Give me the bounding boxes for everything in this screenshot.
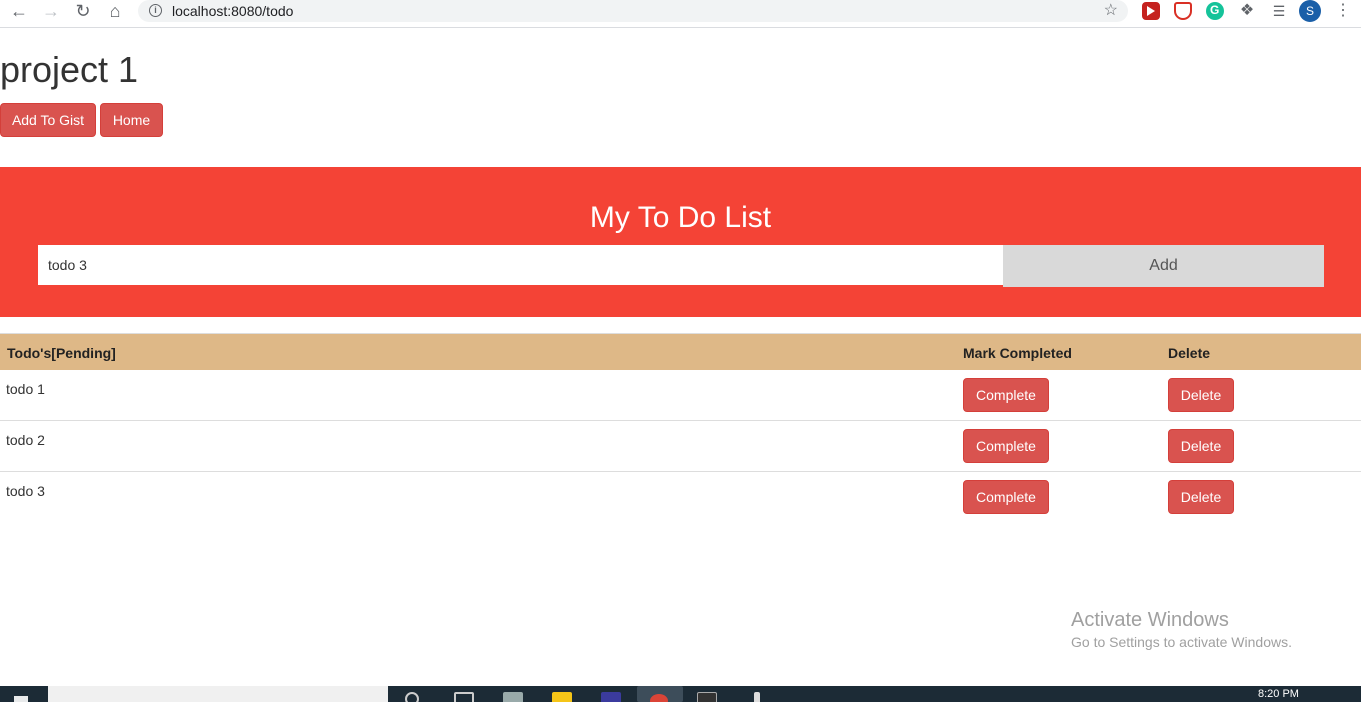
complete-button[interactable]: Complete — [963, 378, 1049, 412]
activate-windows-subtitle: Go to Settings to activate Windows. — [1071, 634, 1292, 650]
todo-input[interactable] — [38, 245, 1003, 285]
todo-banner: My To Do List Add — [0, 167, 1361, 317]
table-row: todo 1 Complete Delete — [0, 370, 1361, 421]
forward-arrow-icon[interactable]: → — [39, 1, 63, 21]
home-icon[interactable]: ⌂ — [103, 1, 127, 21]
file-explorer-icon[interactable] — [552, 692, 572, 702]
activate-windows-title: Activate Windows — [1071, 609, 1229, 631]
ide-icon[interactable] — [601, 692, 621, 702]
delete-button[interactable]: Delete — [1168, 378, 1234, 412]
media-control-icon[interactable]: ☰ — [1270, 2, 1288, 20]
header-todo: Todo's[Pending] — [7, 345, 116, 361]
extension-grammarly-icon[interactable] — [1206, 2, 1224, 20]
address-bar[interactable]: i localhost:8080/todo ☆ — [138, 0, 1128, 22]
windows-taskbar: 8:20 PM — [0, 686, 1361, 702]
add-todo-button[interactable]: Add — [1003, 245, 1324, 287]
todo-table: Todo's[Pending] Mark Completed Delete to… — [0, 333, 1361, 523]
todo-text: todo 1 — [6, 381, 45, 397]
delete-button[interactable]: Delete — [1168, 480, 1234, 514]
home-button[interactable]: Home — [100, 103, 163, 137]
browser-toolbar: ← → ↻ ⌂ i localhost:8080/todo ☆ ❖ ☰ S ⋮ — [0, 0, 1361, 28]
delete-button[interactable]: Delete — [1168, 429, 1234, 463]
todo-list-title: My To Do List — [589, 201, 772, 234]
extension-youtube-icon[interactable] — [1142, 2, 1160, 20]
header-delete: Delete — [1168, 345, 1211, 361]
extension-shield-icon[interactable] — [1174, 2, 1192, 20]
pin-icon[interactable] — [754, 692, 760, 702]
table-header: Todo's[Pending] Mark Completed Delete — [0, 333, 1361, 370]
store-icon[interactable] — [503, 692, 523, 702]
chrome-icon[interactable] — [650, 694, 668, 702]
task-view-icon[interactable] — [454, 692, 474, 702]
header-mark-completed: Mark Completed — [963, 345, 1072, 361]
terminal-icon[interactable] — [697, 692, 717, 702]
bookmark-star-icon[interactable]: ☆ — [1104, 0, 1118, 22]
profile-avatar[interactable]: S — [1299, 0, 1321, 22]
table-row: todo 3 Complete Delete — [0, 472, 1361, 523]
todo-text: todo 3 — [6, 483, 45, 499]
add-to-gist-button[interactable]: Add To Gist — [0, 103, 96, 137]
url-text[interactable]: localhost:8080/todo — [172, 3, 293, 19]
page-title: project 1 — [0, 49, 139, 90]
reload-icon[interactable]: ↻ — [71, 1, 95, 21]
todo-text: todo 2 — [6, 432, 45, 448]
cortana-icon[interactable] — [405, 692, 419, 702]
info-icon[interactable]: i — [149, 4, 162, 17]
more-menu-icon[interactable]: ⋮ — [1335, 0, 1351, 22]
taskbar-clock[interactable]: 8:20 PM — [1258, 688, 1299, 700]
windows-start-icon[interactable] — [14, 696, 28, 702]
complete-button[interactable]: Complete — [963, 480, 1049, 514]
taskbar-search-box[interactable] — [48, 686, 388, 702]
complete-button[interactable]: Complete — [963, 429, 1049, 463]
table-row: todo 2 Complete Delete — [0, 421, 1361, 472]
back-arrow-icon[interactable]: ← — [7, 1, 31, 21]
extensions-puzzle-icon[interactable]: ❖ — [1238, 2, 1256, 20]
